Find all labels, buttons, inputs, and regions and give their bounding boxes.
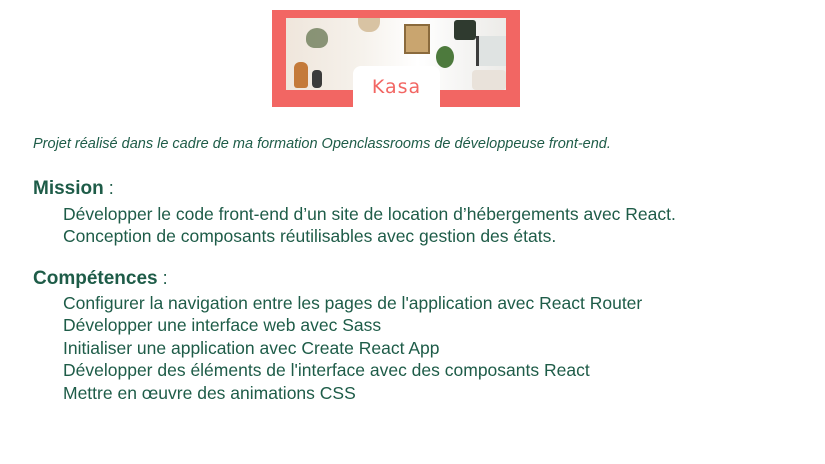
list-item: Configurer la navigation entre les pages…	[63, 293, 643, 313]
lamp-decoration	[358, 18, 380, 32]
vase-decoration	[312, 70, 322, 88]
list-item: Développer une interface web avec Sass	[63, 315, 382, 336]
frame-decoration	[404, 24, 430, 54]
mission-title: Mission	[33, 178, 104, 199]
project-banner-image: Kasa	[272, 10, 520, 107]
logo-text: Kasa	[371, 75, 422, 98]
mission-colon: :	[103, 178, 114, 198]
plant-decoration	[306, 28, 328, 48]
list-item: Développer des éléments de l'interface a…	[63, 360, 590, 381]
list-item: Mettre en œuvre des animations CSS	[63, 382, 356, 403]
competences-list: Configurer la navigation entre les pages…	[63, 292, 642, 404]
competences-title: Compétences	[33, 268, 158, 289]
list-item: Conception de composants réutilisables a…	[63, 226, 557, 247]
plant-decoration	[436, 46, 454, 68]
competences-colon: :	[157, 268, 168, 288]
sofa-decoration	[472, 70, 506, 90]
list-item: Développer le code front-end d’un site d…	[63, 204, 676, 224]
mission-heading: Mission :	[33, 178, 114, 200]
mission-list: Développer le code front-end d’un site d…	[63, 203, 676, 248]
intro-text: Projet réalisé dans le cadre de ma forma…	[33, 136, 611, 152]
list-item: Initialiser une application avec Create …	[63, 337, 440, 358]
competences-heading: Compétences :	[33, 268, 168, 290]
kasa-logo: Kasa	[353, 66, 440, 107]
vase-decoration	[294, 62, 308, 88]
shelf-decoration	[454, 20, 476, 40]
window-decoration	[476, 36, 506, 66]
page: Kasa Projet réalisé dans le cadre de ma …	[0, 0, 825, 464]
